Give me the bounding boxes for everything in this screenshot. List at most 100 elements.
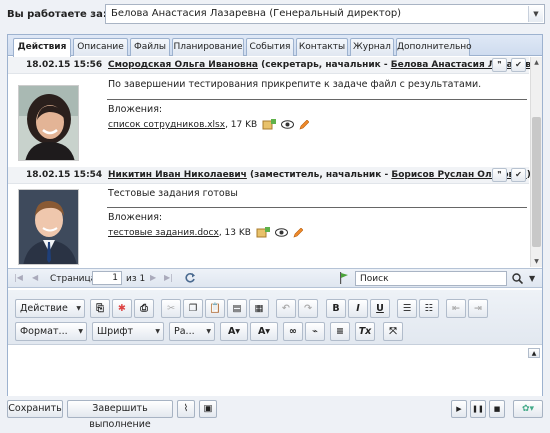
- attachment-size: , 13 KB: [218, 228, 251, 238]
- search-icon[interactable]: [512, 273, 523, 284]
- action-dropdown[interactable]: Действие ▼: [15, 299, 85, 318]
- page-input[interactable]: 1: [92, 271, 122, 285]
- tab-files[interactable]: Файлы: [130, 38, 170, 56]
- feed-scrollbar[interactable]: ▲ ▼: [530, 57, 542, 267]
- underline-button[interactable]: U: [370, 299, 390, 318]
- paste-text-icon[interactable]: ▤: [227, 299, 247, 318]
- pencil-icon[interactable]: [299, 119, 309, 130]
- screenshot-icon[interactable]: ▣: [199, 400, 217, 418]
- attachments-label: Вложения:: [108, 212, 163, 223]
- paperclip-icon[interactable]: ⌇: [177, 400, 195, 418]
- copy-icon[interactable]: ❐: [183, 299, 203, 318]
- book-add-icon[interactable]: [262, 119, 277, 130]
- bullet-list-icon[interactable]: ☷: [419, 299, 439, 318]
- task-action-button[interactable]: ✔: [511, 58, 526, 72]
- maximize-icon[interactable]: ⤧: [383, 322, 403, 341]
- chevron-down-icon[interactable]: ▼: [528, 6, 543, 22]
- task-action-button[interactable]: ✔: [511, 168, 526, 182]
- attachment: тестовые задания.docx, 13 KB: [108, 227, 303, 238]
- indent-icon[interactable]: ⇥: [468, 299, 488, 318]
- quote-button[interactable]: ❞: [492, 58, 507, 72]
- page-count: из 1: [126, 274, 146, 284]
- action-dropdown-label: Действие: [20, 303, 68, 314]
- collapse-icon[interactable]: ▲: [528, 348, 540, 358]
- badge-icon[interactable]: ✱: [112, 299, 132, 318]
- eye-icon[interactable]: [274, 228, 288, 237]
- pencil-icon[interactable]: [293, 227, 303, 238]
- chevron-down-icon: ▼: [78, 328, 83, 335]
- tab-actions[interactable]: Действия: [13, 38, 71, 57]
- link-icon[interactable]: ∞: [283, 322, 303, 341]
- message-people: Смородская Ольга Ивановна (секретарь, на…: [108, 60, 542, 70]
- eye-icon[interactable]: [280, 120, 294, 129]
- attachments-label: Вложения:: [108, 104, 163, 115]
- numbered-list-icon[interactable]: ☰: [397, 299, 417, 318]
- tab-journal[interactable]: Журнал: [350, 38, 394, 56]
- prev-page-icon[interactable]: ◀: [32, 273, 38, 282]
- author-link[interactable]: Смородская Ольга Ивановна: [108, 60, 258, 70]
- attachment-link[interactable]: список сотрудников.xlsx: [108, 120, 225, 130]
- quote-button[interactable]: ❞: [492, 168, 507, 182]
- scroll-thumb[interactable]: [532, 117, 541, 247]
- cut-icon[interactable]: ✂: [161, 299, 181, 318]
- attachment-size: , 17 KB: [225, 120, 258, 130]
- font-dropdown[interactable]: Шрифт ▼: [92, 322, 164, 341]
- format-dropdown[interactable]: Формат... ▼: [15, 322, 87, 341]
- print-icon[interactable]: ⎙: [134, 299, 154, 318]
- last-page-icon[interactable]: ▶|: [164, 273, 173, 282]
- flag-icon[interactable]: [339, 272, 349, 284]
- message-date: 18.02.15 15:54: [26, 170, 103, 180]
- message-header: 18.02.15 15:54 Никитин Иван Николаевич (…: [8, 167, 531, 184]
- paste-icon[interactable]: 📋: [205, 299, 225, 318]
- message-editor[interactable]: ▲: [8, 346, 542, 396]
- complete-button[interactable]: Завершить выполнение: [67, 400, 173, 430]
- save-button[interactable]: Сохранить: [7, 400, 63, 418]
- bg-color-icon[interactable]: A▾: [250, 322, 278, 341]
- text-color-icon[interactable]: A▾: [220, 322, 248, 341]
- tab-events[interactable]: События: [246, 38, 294, 56]
- working-as-value: Белова Анастасия Лазаревна (Генеральный …: [111, 8, 402, 19]
- tab-planning[interactable]: Планирование: [172, 38, 244, 56]
- book-add-icon[interactable]: [256, 227, 270, 238]
- horizontal-rule-icon[interactable]: ≡: [330, 322, 350, 341]
- message-feed: 18.02.15 15:56 Смородская Ольга Ивановна…: [8, 57, 542, 267]
- size-dropdown[interactable]: Ра... ▼: [169, 322, 215, 341]
- undo-icon[interactable]: ↶: [276, 299, 296, 318]
- avatar-woman-image: [19, 86, 78, 160]
- message-text: По завершении тестирования прикрепите к …: [108, 79, 482, 90]
- search-input[interactable]: Поиск: [355, 271, 507, 286]
- tab-description[interactable]: Описание: [73, 38, 128, 56]
- scroll-up-icon[interactable]: ▲: [531, 57, 542, 68]
- paste-word-icon[interactable]: ▦: [249, 299, 269, 318]
- refresh-icon[interactable]: [184, 272, 196, 284]
- message-header: 18.02.15 15:56 Смородская Ольга Ивановна…: [8, 57, 542, 74]
- next-page-icon[interactable]: ▶: [150, 273, 156, 282]
- play-icon[interactable]: ▶: [451, 400, 467, 418]
- redo-icon[interactable]: ↷: [298, 299, 318, 318]
- bold-button[interactable]: B: [326, 299, 346, 318]
- editor-toolbar: Действие ▼ ⎘ ✱ ⎙ ✂ ❐ 📋 ▤ ▦ ↶ ↷ B I U ☰ ☷ …: [8, 290, 542, 345]
- author-role: (секретарь, начальник -: [258, 60, 391, 70]
- clear-format-icon[interactable]: Tx: [355, 322, 375, 341]
- message-date: 18.02.15 15:56: [26, 60, 103, 70]
- attachment-link[interactable]: тестовые задания.docx: [108, 228, 219, 238]
- unlink-icon[interactable]: ⌁: [305, 322, 325, 341]
- options-chevron-icon[interactable]: ▼: [529, 274, 535, 283]
- outdent-icon[interactable]: ⇤: [446, 299, 466, 318]
- avatar-man-image: [19, 190, 78, 264]
- message-people: Никитин Иван Николаевич (заместитель, на…: [108, 170, 531, 180]
- italic-button[interactable]: I: [348, 299, 368, 318]
- stop-icon[interactable]: ■: [489, 400, 505, 418]
- first-page-icon[interactable]: |◀: [14, 273, 23, 282]
- tab-additional[interactable]: Дополнительно: [396, 38, 472, 56]
- scroll-down-icon[interactable]: ▼: [531, 256, 542, 267]
- settings-icon[interactable]: ✿▾: [513, 400, 543, 418]
- author-link[interactable]: Никитин Иван Николаевич: [108, 170, 247, 180]
- attachment: список сотрудников.xlsx, 17 KB: [108, 119, 309, 130]
- chevron-down-icon: ▼: [155, 328, 160, 335]
- copy-doc-icon[interactable]: ⎘: [90, 299, 110, 318]
- tab-contacts[interactable]: Контакты: [296, 38, 348, 56]
- pause-icon[interactable]: ❚❚: [470, 400, 486, 418]
- working-as-select[interactable]: Белова Анастасия Лазаревна (Генеральный …: [105, 4, 545, 24]
- working-as-label: Вы работаете за:: [7, 9, 107, 20]
